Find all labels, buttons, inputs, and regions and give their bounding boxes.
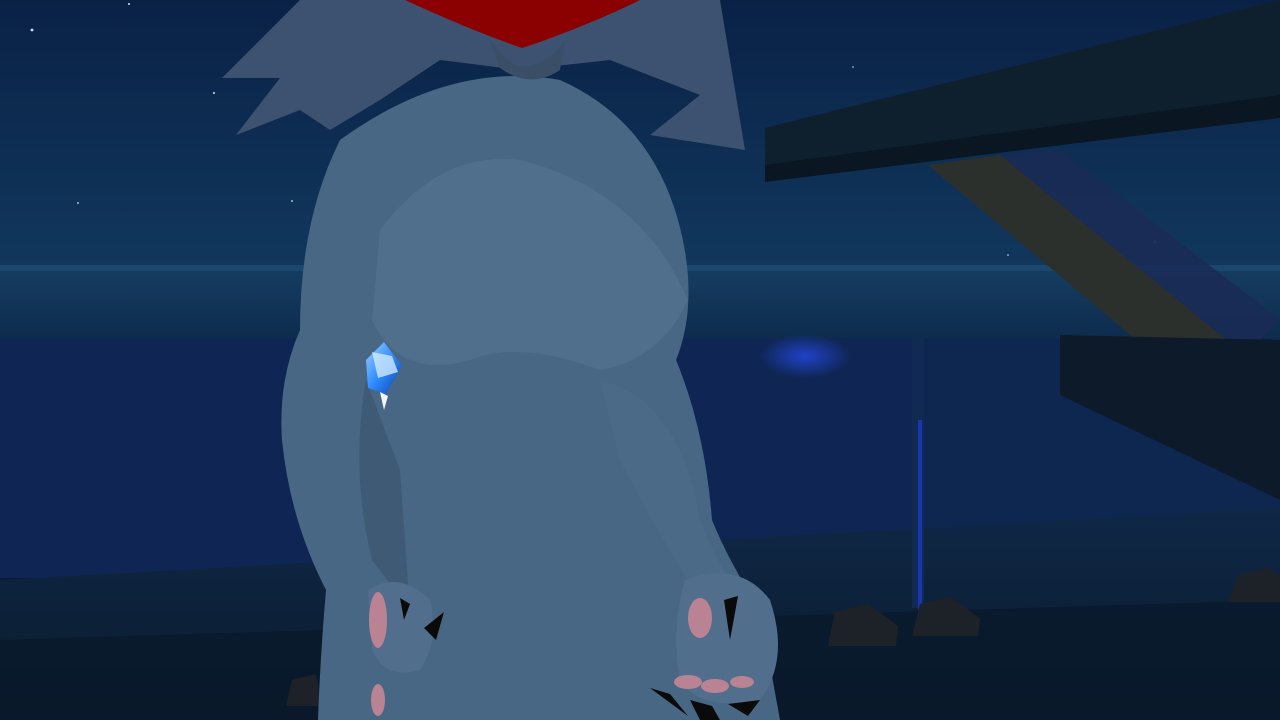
- railing-post-glow: [918, 420, 922, 610]
- blue-light-glow: [760, 334, 850, 378]
- game-viewport[interactable]: [0, 0, 1280, 720]
